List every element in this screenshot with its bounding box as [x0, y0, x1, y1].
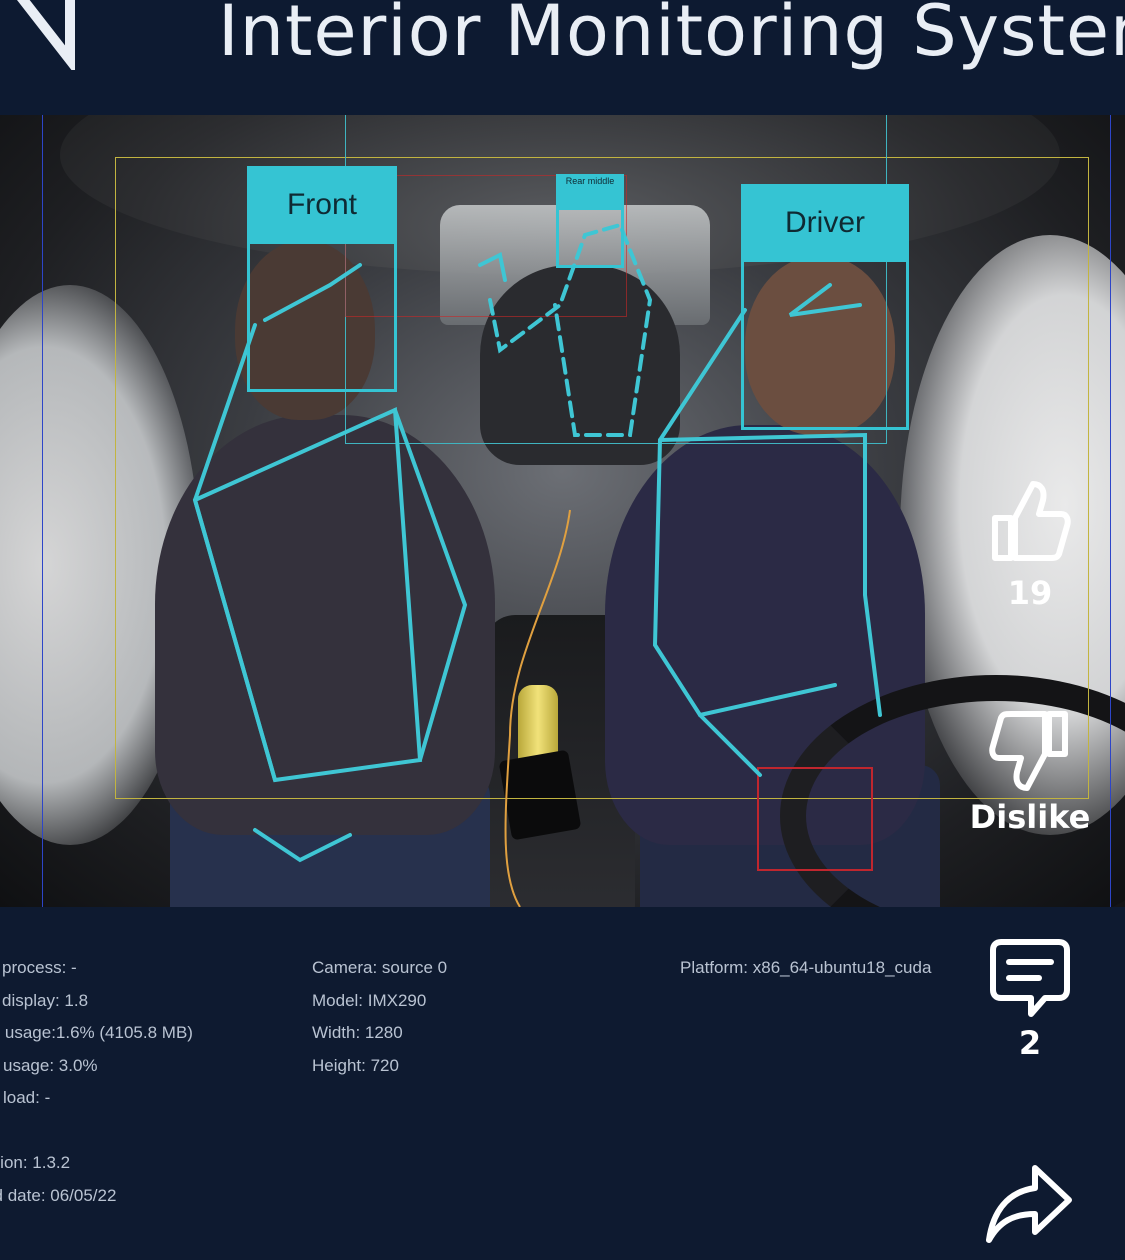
stat-model: Model: IMX290: [312, 990, 427, 1010]
stat-spacer: [0, 1115, 193, 1148]
camera-stats: Camera: source 0 Model: IMX290 Width: 12…: [312, 952, 447, 1082]
comment-button[interactable]: 2: [960, 938, 1100, 1062]
stat-fps-display: S display: 1.8: [0, 990, 89, 1010]
stat-platform: Platform: x86_64-ubuntu18_cuda: [680, 958, 932, 977]
like-count: 19: [1007, 574, 1053, 612]
driver-box: Driver: [741, 184, 909, 430]
comment-count: 2: [1018, 1024, 1042, 1062]
front-passenger-box: Front: [247, 166, 397, 392]
rear-middle-box: Rear middle: [556, 174, 624, 268]
logo-icon: [16, 0, 75, 70]
camera-feed: Front Driver Rear middle: [0, 115, 1125, 907]
rear-middle-label: Rear middle: [556, 174, 624, 210]
stat-cpu-usage: U usage: 3.0%: [0, 1055, 98, 1075]
comment-icon: [990, 939, 1070, 1017]
stat-version: rsion: 1.3.2: [0, 1153, 71, 1172]
thumbs-up-icon: [992, 481, 1071, 561]
platform-stats: Platform: x86_64-ubuntu18_cuda: [680, 952, 931, 985]
stat-width: Width: 1280: [312, 1023, 403, 1042]
stat-build-date: ild date: 06/05/22: [0, 1185, 117, 1205]
driver-label: Driver: [741, 184, 909, 262]
share-icon: [986, 1165, 1072, 1243]
stat-gpu-load: U load: -: [0, 1088, 51, 1107]
stat-mem-usage: M usage:1.6% (4105.8 MB): [0, 1023, 193, 1042]
page-title: Interior Monitoring System: [218, 0, 1125, 72]
front-label: Front: [247, 166, 397, 244]
system-stats: S process: - S display: 1.8 M usage:1.6%…: [0, 952, 193, 1212]
stat-height: Height: 720: [312, 1055, 399, 1075]
like-button[interactable]: 19: [960, 478, 1100, 612]
stat-fps-process: S process: -: [0, 958, 77, 977]
thumbs-down-icon: [989, 711, 1068, 791]
stat-camera: Camera: source 0: [312, 958, 448, 977]
dislike-label: Dislike: [969, 798, 1091, 836]
share-button[interactable]: [960, 1162, 1100, 1252]
dislike-button[interactable]: Dislike: [960, 708, 1100, 836]
